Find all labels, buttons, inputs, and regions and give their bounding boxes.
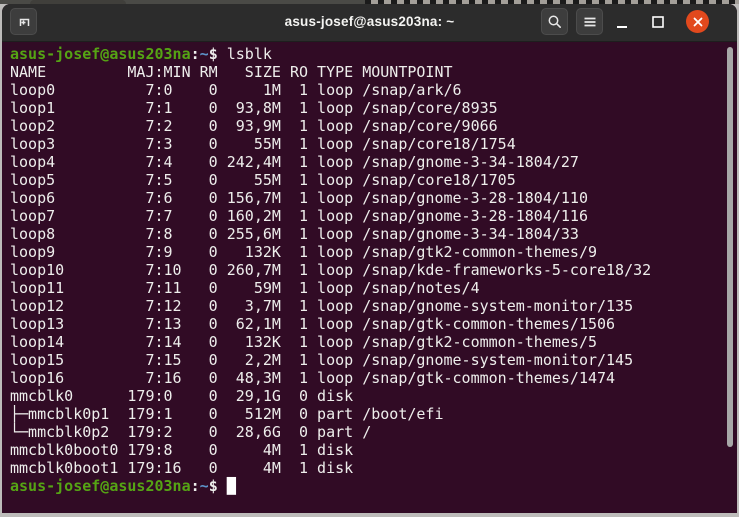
hamburger-menu-icon	[582, 14, 598, 30]
command-text: lsblk	[227, 45, 272, 63]
text-cursor: █	[227, 477, 236, 495]
minimize-button[interactable]	[608, 8, 635, 35]
prompt-user-host: asus-josef@asus203na	[10, 45, 191, 63]
prompt-user-host: asus-josef@asus203na	[10, 477, 191, 495]
maximize-button[interactable]	[644, 8, 671, 35]
prompt-dollar: $	[209, 45, 227, 63]
desktop-background: asus-josef@asus203na: ~	[0, 0, 739, 517]
terminal-body[interactable]: asus-josef@asus203na:~$ lsblkNAME MAJ:MI…	[2, 42, 737, 513]
titlebar[interactable]: asus-josef@asus203na: ~	[2, 4, 737, 42]
menu-button[interactable]	[576, 8, 603, 35]
lsblk-rows: loop0 7:0 0 1M 1 loop /snap/ark/6 loop1 …	[10, 81, 737, 477]
close-button[interactable]	[686, 10, 709, 33]
prompt-path: ~	[200, 477, 209, 495]
lsblk-header-row: NAME MAJ:MIN RM SIZE RO TYPE MOUNTPOINT	[10, 63, 737, 81]
search-button[interactable]	[541, 8, 568, 35]
search-icon	[547, 14, 563, 30]
minimize-icon	[614, 14, 630, 30]
prompt-colon: :	[191, 477, 200, 495]
terminal-output: asus-josef@asus203na:~$ lsblkNAME MAJ:MI…	[2, 42, 737, 495]
maximize-icon	[650, 14, 666, 30]
terminal-window: asus-josef@asus203na: ~	[2, 4, 737, 513]
prompt-line-command: asus-josef@asus203na:~$ lsblk	[10, 45, 737, 63]
scrollbar-thumb[interactable]	[727, 47, 733, 447]
prompt-path: ~	[200, 45, 209, 63]
close-icon	[691, 15, 705, 29]
prompt-dollar: $	[209, 477, 227, 495]
prompt-colon: :	[191, 45, 200, 63]
prompt-line-current: asus-josef@asus203na:~$ █	[10, 477, 737, 495]
